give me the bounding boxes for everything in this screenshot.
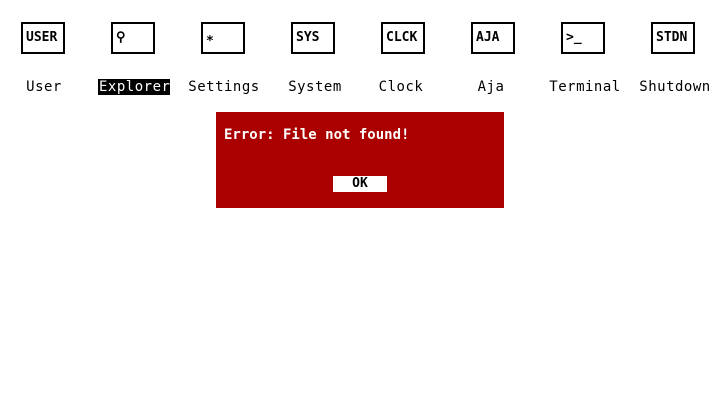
desktop-label-system[interactable]: System: [285, 79, 345, 95]
desktop-icon-user[interactable]: USER: [21, 22, 65, 54]
desktop: USER User ⚲ Explorer * Settings SYS Syst…: [0, 0, 720, 400]
power-icon: STDN: [656, 30, 688, 45]
desktop-label-aja[interactable]: Aja: [474, 79, 508, 95]
ok-button[interactable]: OK: [333, 176, 387, 192]
magnifier-icon: ⚲: [116, 30, 126, 45]
error-dialog: Error: File not found! OK: [216, 112, 504, 208]
desktop-label-user[interactable]: User: [23, 79, 65, 95]
clock-icon: CLCK: [386, 30, 418, 45]
desktop-label-shutdown[interactable]: Shutdown: [637, 79, 713, 95]
system-icon: SYS: [296, 30, 320, 45]
user-icon: USER: [26, 30, 58, 45]
desktop-icon-clock[interactable]: CLCK: [381, 22, 425, 54]
aja-icon: AJA: [476, 30, 500, 45]
desktop-icon-system[interactable]: SYS: [291, 22, 335, 54]
desktop-label-explorer[interactable]: Explorer: [98, 79, 170, 95]
desktop-icon-aja[interactable]: AJA: [471, 22, 515, 54]
desktop-label-terminal[interactable]: Terminal: [547, 79, 623, 95]
desktop-icon-explorer[interactable]: ⚲: [111, 22, 155, 54]
desktop-label-clock[interactable]: Clock: [376, 79, 426, 95]
desktop-label-settings[interactable]: Settings: [187, 79, 261, 95]
desktop-icon-terminal[interactable]: >_: [561, 22, 605, 54]
desktop-icon-shutdown[interactable]: STDN: [651, 22, 695, 54]
terminal-icon: >_: [566, 30, 582, 45]
error-message: Error: File not found!: [224, 127, 410, 143]
desktop-icon-settings[interactable]: *: [201, 22, 245, 54]
gear-icon: *: [206, 34, 214, 49]
